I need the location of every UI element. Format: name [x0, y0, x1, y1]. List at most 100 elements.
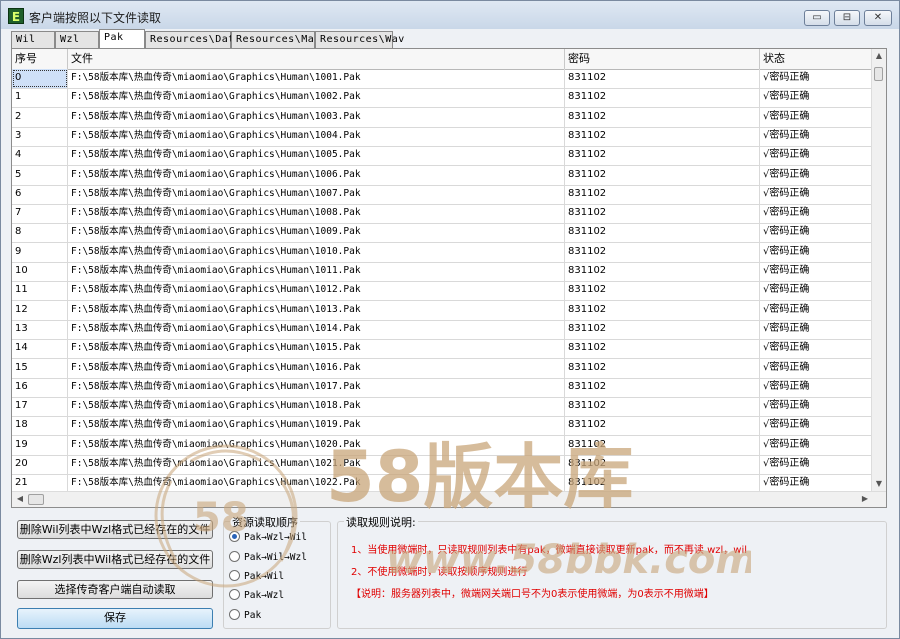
tab-wil[interactable]: Wil [11, 31, 55, 48]
table-row[interactable]: 8 F:\58版本库\热血传奇\miaomiao\Graphics\Human\1… [12, 223, 874, 244]
cell-status[interactable]: √密码正确 [760, 146, 874, 166]
table-row[interactable]: 9 F:\58版本库\热血传奇\miaomiao\Graphics\Human\1… [12, 242, 874, 263]
column-header-file[interactable]: 文件 [68, 49, 565, 69]
cell-file[interactable]: F:\58版本库\热血传奇\miaomiao\Graphics\Human\10… [68, 358, 565, 378]
cell-index[interactable]: 18 [12, 416, 68, 436]
radio-selected-icon[interactable] [229, 531, 240, 542]
cell-password[interactable]: 831102 [565, 146, 760, 166]
cell-file[interactable]: F:\58版本库\热血传奇\miaomiao\Graphics\Human\10… [68, 126, 565, 146]
tab-pak[interactable]: Pak [99, 29, 145, 49]
maximize-button[interactable]: ⊟ [834, 10, 860, 26]
table-row[interactable]: 3 F:\58版本库\热血传奇\miaomiao\Graphics\Human\1… [12, 126, 874, 147]
cell-index[interactable]: 2 [12, 107, 68, 127]
cell-password[interactable]: 831102 [565, 281, 760, 301]
cell-password[interactable]: 831102 [565, 69, 760, 88]
cell-file[interactable]: F:\58版本库\热血传奇\miaomiao\Graphics\Human\10… [68, 165, 565, 185]
cell-status[interactable]: √密码正确 [760, 184, 874, 204]
tab-resources-data[interactable]: Resources\Data [145, 31, 241, 48]
tab-wzl[interactable]: Wzl [55, 31, 99, 48]
table-row[interactable]: 7 F:\58版本库\热血传奇\miaomiao\Graphics\Human\1… [12, 204, 874, 225]
cell-index[interactable]: 4 [12, 146, 68, 166]
order-option-pak-wil[interactable]: Pak→Wil [229, 569, 284, 585]
cell-status[interactable]: √密码正确 [760, 397, 874, 417]
table-row[interactable]: 17 F:\58版本库\热血传奇\miaomiao\Graphics\Human\… [12, 397, 874, 418]
cell-status[interactable]: √密码正确 [760, 358, 874, 378]
cell-password[interactable]: 831102 [565, 339, 760, 359]
table-row[interactable]: 5 F:\58版本库\热血传奇\miaomiao\Graphics\Human\1… [12, 165, 874, 186]
cell-index[interactable]: 13 [12, 319, 68, 339]
cell-status[interactable]: √密码正确 [760, 281, 874, 301]
scroll-left-icon[interactable]: ◀ [13, 494, 27, 503]
cell-file[interactable]: F:\58版本库\热血传奇\miaomiao\Graphics\Human\10… [68, 262, 565, 281]
cell-password[interactable]: 831102 [565, 204, 760, 224]
scroll-right-icon[interactable]: ▶ [858, 494, 872, 503]
cell-file[interactable]: F:\58版本库\热血传奇\miaomiao\Graphics\Human\10… [68, 69, 565, 88]
table-row[interactable]: 16 F:\58版本库\热血传奇\miaomiao\Graphics\Human\… [12, 377, 874, 398]
delete-wil-duplicates-button[interactable]: 删除Wil列表中Wzl格式已经存在的文件 [17, 520, 213, 539]
column-header-status[interactable]: 状态 [760, 49, 874, 69]
cell-index[interactable]: 8 [12, 223, 68, 243]
cell-index[interactable]: 1 [12, 88, 68, 108]
minimize-button[interactable]: ▭ [804, 10, 830, 26]
cell-status[interactable]: √密码正确 [760, 319, 874, 339]
table-row[interactable]: 19 F:\58版本库\热血传奇\miaomiao\Graphics\Human\… [12, 435, 874, 456]
table-row[interactable]: 15 F:\58版本库\热血传奇\miaomiao\Graphics\Human\… [12, 358, 874, 379]
cell-file[interactable]: F:\58版本库\热血传奇\miaomiao\Graphics\Human\10… [68, 107, 565, 127]
table-row[interactable]: 0 F:\58版本库\热血传奇\miaomiao\Graphics\Human\1… [12, 69, 874, 89]
table-row[interactable]: 4 F:\58版本库\热血传奇\miaomiao\Graphics\Human\1… [12, 146, 874, 167]
radio-icon[interactable] [229, 589, 240, 600]
radio-icon[interactable] [229, 570, 240, 581]
cell-file[interactable]: F:\58版本库\热血传奇\miaomiao\Graphics\Human\10… [68, 146, 565, 166]
cell-password[interactable]: 831102 [565, 319, 760, 339]
cell-file[interactable]: F:\58版本库\热血传奇\miaomiao\Graphics\Human\10… [68, 435, 565, 455]
cell-file[interactable]: F:\58版本库\热血传奇\miaomiao\Graphics\Human\10… [68, 184, 565, 204]
cell-status[interactable]: √密码正确 [760, 88, 874, 108]
cell-file[interactable]: F:\58版本库\热血传奇\miaomiao\Graphics\Human\10… [68, 88, 565, 108]
title-bar[interactable]: E 客户端按照以下文件读取 ▭ ⊟ ✕ [1, 1, 899, 29]
cell-index[interactable]: 5 [12, 165, 68, 185]
table-row[interactable]: 1 F:\58版本库\热血传奇\miaomiao\Graphics\Human\1… [12, 88, 874, 109]
cell-file[interactable]: F:\58版本库\热血传奇\miaomiao\Graphics\Human\10… [68, 281, 565, 301]
cell-password[interactable]: 831102 [565, 223, 760, 243]
table-row[interactable]: 20 F:\58版本库\热血传奇\miaomiao\Graphics\Human\… [12, 455, 874, 475]
cell-index[interactable]: 10 [12, 262, 68, 281]
table-row[interactable]: 11 F:\58版本库\热血传奇\miaomiao\Graphics\Human\… [12, 281, 874, 302]
radio-icon[interactable] [229, 551, 240, 562]
cell-file[interactable]: F:\58版本库\热血传奇\miaomiao\Graphics\Human\10… [68, 319, 565, 339]
cell-file[interactable]: F:\58版本库\热血传奇\miaomiao\Graphics\Human\10… [68, 300, 565, 320]
cell-status[interactable]: √密码正确 [760, 223, 874, 243]
cell-status[interactable]: √密码正确 [760, 126, 874, 146]
cell-status[interactable]: √密码正确 [760, 242, 874, 262]
table-row[interactable]: 6 F:\58版本库\热血传奇\miaomiao\Graphics\Human\1… [12, 184, 874, 205]
tab-resources-map[interactable]: Resources\Map [231, 31, 320, 48]
cell-status[interactable]: √密码正确 [760, 435, 874, 455]
save-button[interactable]: 保存 [17, 608, 213, 629]
order-option-pak[interactable]: Pak [229, 608, 261, 624]
cell-index[interactable]: 15 [12, 358, 68, 378]
cell-password[interactable]: 831102 [565, 358, 760, 378]
table-row[interactable]: 13 F:\58版本库\热血传奇\miaomiao\Graphics\Human\… [12, 319, 874, 340]
scroll-up-icon[interactable]: ▲ [872, 51, 886, 60]
cell-index[interactable]: 0 [12, 69, 68, 88]
cell-password[interactable]: 831102 [565, 416, 760, 436]
cell-password[interactable]: 831102 [565, 262, 760, 281]
cell-status[interactable]: √密码正确 [760, 455, 874, 474]
cell-index[interactable]: 11 [12, 281, 68, 301]
cell-status[interactable]: √密码正确 [760, 165, 874, 185]
cell-file[interactable]: F:\58版本库\热血传奇\miaomiao\Graphics\Human\10… [68, 204, 565, 224]
scroll-down-icon[interactable]: ▼ [872, 479, 886, 488]
table-row[interactable]: 12 F:\58版本库\热血传奇\miaomiao\Graphics\Human\… [12, 300, 874, 321]
cell-password[interactable]: 831102 [565, 184, 760, 204]
order-option-pak-wzl[interactable]: Pak→Wzl [229, 588, 284, 604]
cell-password[interactable]: 831102 [565, 455, 760, 474]
cell-index[interactable]: 17 [12, 397, 68, 417]
cell-status[interactable]: √密码正确 [760, 69, 874, 88]
cell-password[interactable]: 831102 [565, 435, 760, 455]
cell-file[interactable]: F:\58版本库\热血传奇\miaomiao\Graphics\Human\10… [68, 377, 565, 397]
radio-icon[interactable] [229, 609, 240, 620]
select-client-button[interactable]: 选择传奇客户端自动读取 [17, 580, 213, 599]
vertical-scroll-thumb[interactable] [874, 67, 883, 81]
cell-password[interactable]: 831102 [565, 242, 760, 262]
horizontal-scroll-thumb[interactable] [28, 494, 44, 505]
table-row[interactable]: 18 F:\58版本库\热血传奇\miaomiao\Graphics\Human\… [12, 416, 874, 437]
